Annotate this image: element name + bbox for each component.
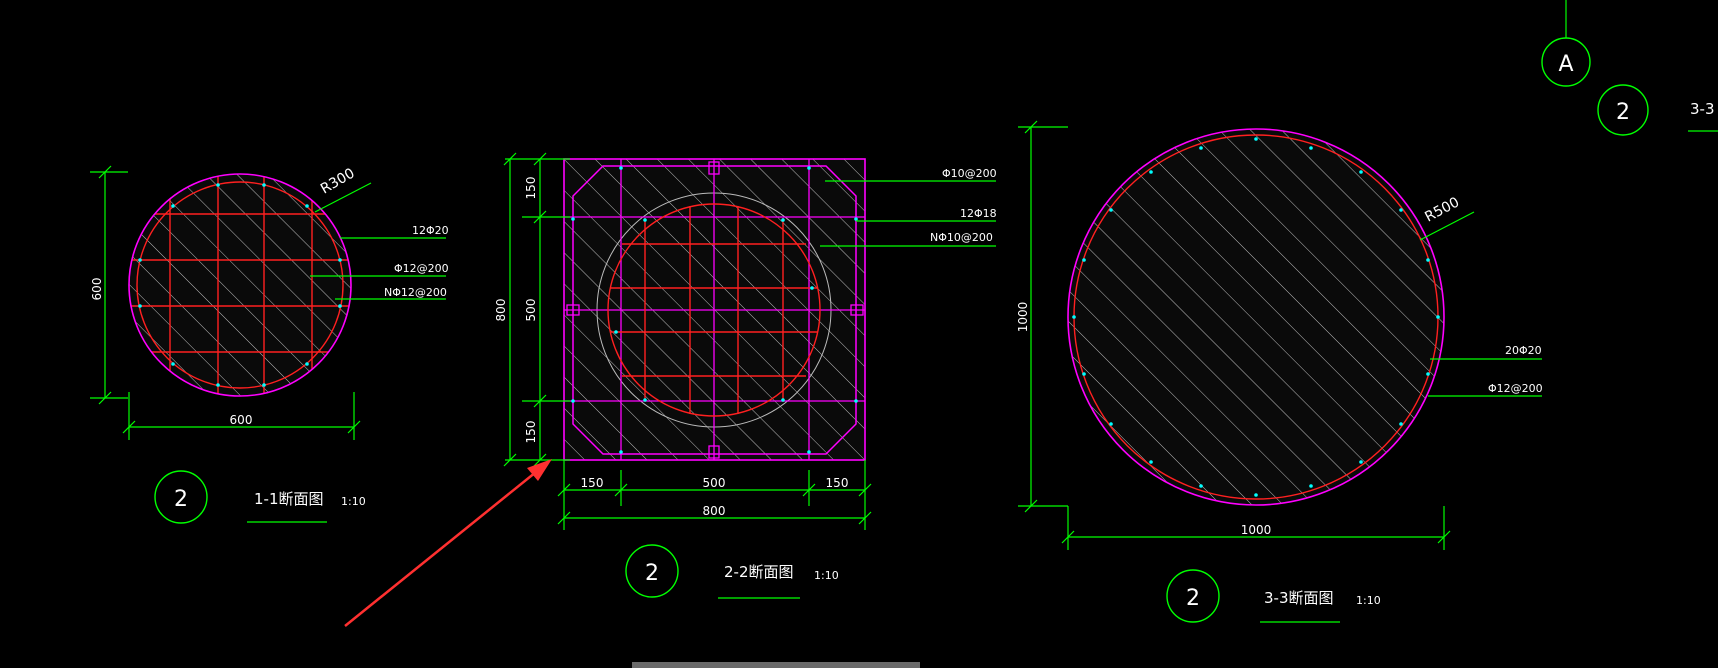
section-2-dim-bottom-right: 150 (826, 476, 849, 490)
horizontal-scrollbar-thumb[interactable] (632, 662, 920, 668)
section-1-title: 1-1断面图 (254, 490, 324, 508)
partial-title-fragment: 3-3 (1690, 100, 1715, 118)
section-3-3-drawing: R500 20Φ20 Φ12@200 1000 1000 (1016, 120, 1543, 550)
section-3-height-dim: 1000 (1016, 302, 1030, 333)
section-1-title-block: 2 1-1断面图 1:10 (154, 470, 366, 524)
section-1-height-dim: 600 (90, 278, 104, 301)
section-3-title-block: 2 3-3断面图 1:10 (1166, 569, 1381, 623)
section-2-title-block: 2 2-2断面图 1:10 (625, 544, 839, 599)
section-2-stirrup-label: Φ10@200 (942, 167, 997, 180)
section-3-stirrup-label: Φ12@200 (1488, 382, 1543, 395)
grid-axis-label: A (1558, 52, 1573, 77)
section-2-height-total: 800 (494, 299, 508, 322)
section-2-dim-left-bottom: 150 (524, 421, 538, 444)
section-1-bubble-number: 2 (174, 487, 188, 512)
cad-drawing-canvas[interactable]: A 2 3-3 R300 12Φ20 Φ12@200 NΦ12@200 600 … (0, 0, 1718, 668)
section-2-scale: 1:10 (814, 569, 839, 582)
section-1-width-dim: 600 (230, 413, 253, 427)
partial-bubble-number: 2 (1616, 100, 1630, 125)
section-3-scale: 1:10 (1356, 594, 1381, 607)
annotation-arrow (344, 459, 552, 627)
section-2-dim-bottom-left: 150 (581, 476, 604, 490)
section-3-width-dim: 1000 (1241, 523, 1272, 537)
section-1-main-bar-label: 12Φ20 (412, 224, 449, 237)
section-2-dim-left-mid: 500 (524, 299, 538, 322)
section-2-main-bar-label: 12Φ18 (960, 207, 997, 220)
section-1-tie-label: NΦ12@200 (384, 286, 447, 299)
section-2-tie-label: NΦ10@200 (930, 231, 993, 244)
section-3-title: 3-3断面图 (1264, 589, 1334, 607)
section-1-scale: 1:10 (341, 495, 366, 508)
section-marker-partial: 2 3-3 (1597, 84, 1718, 136)
grid-axis-a: A (1541, 0, 1591, 87)
section-2-dim-bottom-mid: 500 (703, 476, 726, 490)
section-2-dim-left-top: 150 (524, 177, 538, 200)
section-1-1-drawing: R300 12Φ20 Φ12@200 NΦ12@200 600 600 (90, 165, 449, 440)
section-1-stirrup-label: Φ12@200 (394, 262, 449, 275)
section-2-title: 2-2断面图 (724, 563, 794, 581)
section-3-bubble-number: 2 (1186, 586, 1200, 611)
section-2-2-drawing: Φ10@200 12Φ18 NΦ10@200 150 500 150 800 1… (494, 152, 997, 530)
section-3-main-bar-label: 20Φ20 (1505, 344, 1542, 357)
section-2-bubble-number: 2 (645, 561, 659, 586)
section-2-width-total: 800 (703, 504, 726, 518)
